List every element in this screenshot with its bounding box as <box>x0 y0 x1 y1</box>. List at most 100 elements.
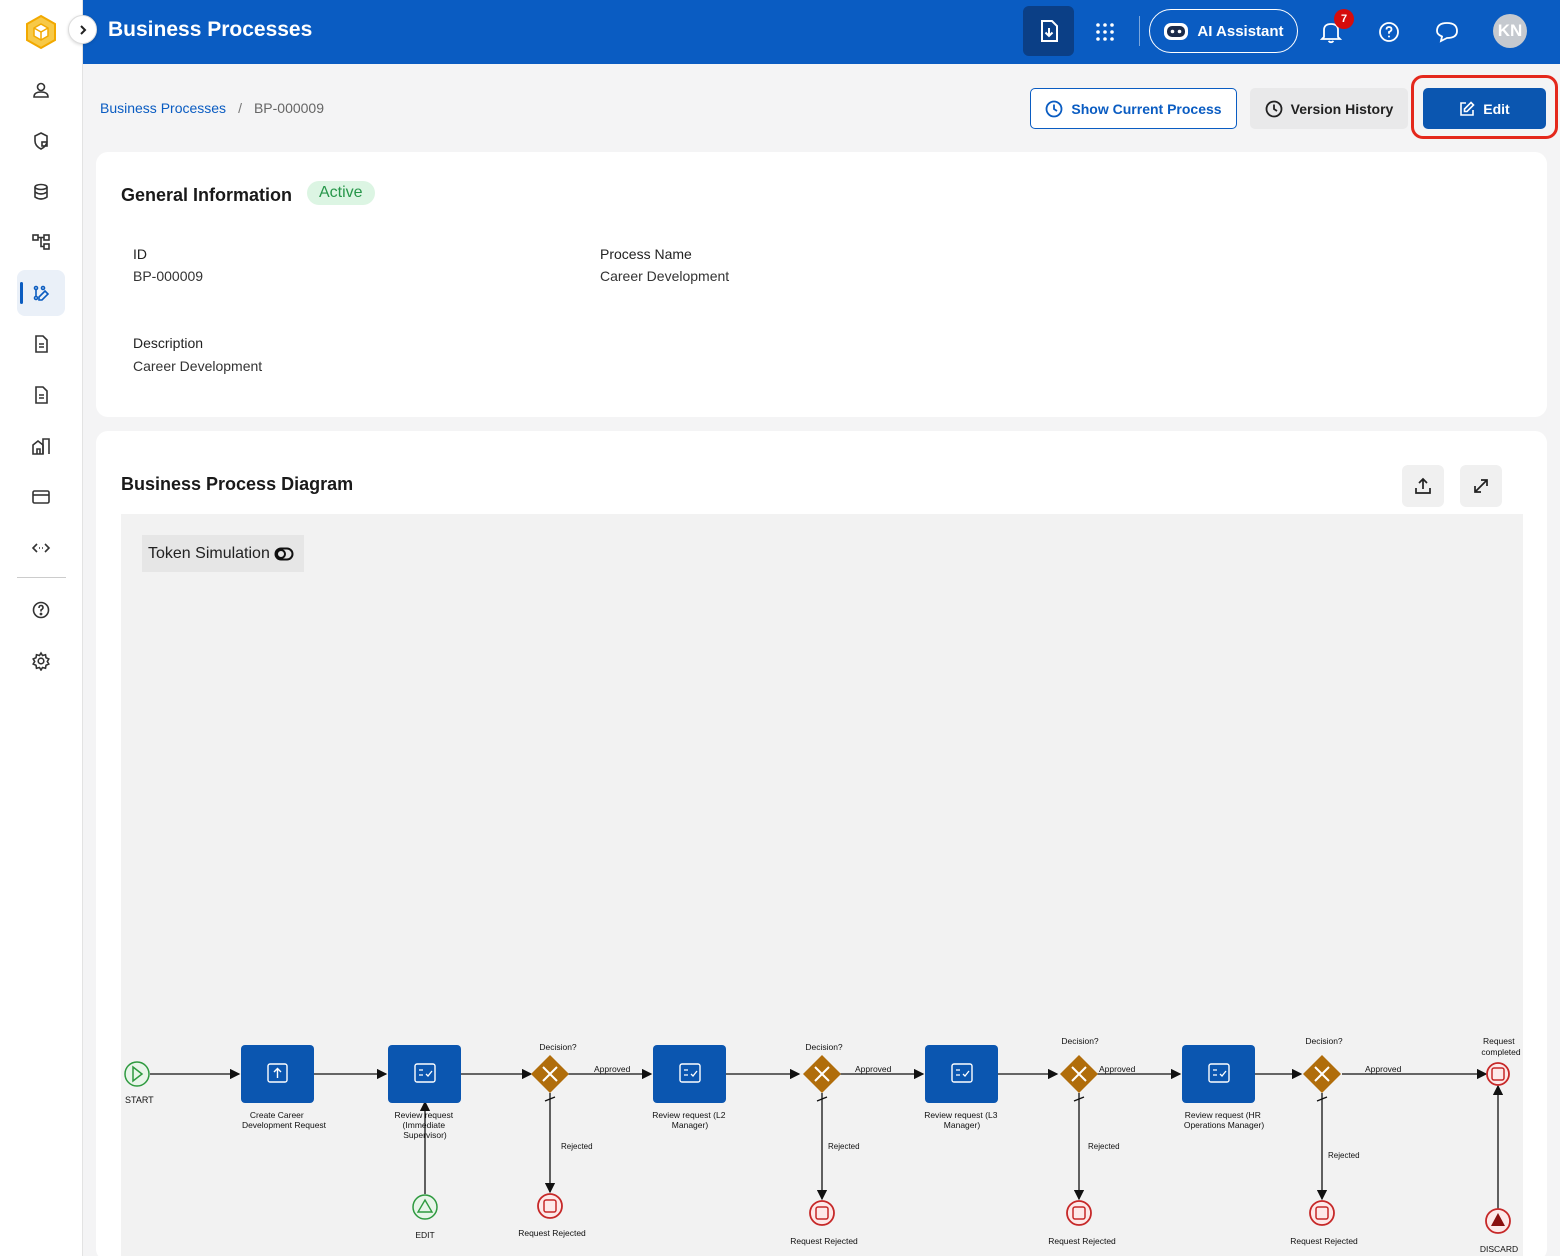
app-logo[interactable] <box>24 14 58 50</box>
edit-label: Edit <box>1483 100 1510 117</box>
sidebar-item-settings[interactable] <box>17 638 65 684</box>
sidebar-item-integrations[interactable] <box>17 525 65 571</box>
rejected-end-label-4: Request Rejected <box>1290 1236 1358 1246</box>
apps-grid-button[interactable] <box>1089 16 1121 48</box>
help-icon <box>32 601 50 619</box>
sidebar-item-business-processes[interactable] <box>17 270 65 316</box>
task-review-hr-operations[interactable] <box>1182 1045 1255 1103</box>
sidebar-item-security[interactable] <box>17 118 65 164</box>
task-review-immediate-supervisor-label: Review request (Immediate Supervisor) <box>395 1110 456 1140</box>
id-value: BP-000009 <box>133 268 204 284</box>
show-current-process-label: Show Current Process <box>1071 100 1222 117</box>
version-history-label: Version History <box>1290 100 1394 117</box>
upload-icon <box>1415 477 1431 494</box>
approved-label-2: Approved <box>855 1064 892 1074</box>
breadcrumb-separator: / <box>238 100 242 116</box>
rejected-end-label-3: Request Rejected <box>1048 1236 1116 1246</box>
expand-icon <box>1474 479 1488 493</box>
file-download-icon <box>1040 20 1058 42</box>
building-icon <box>32 438 50 455</box>
ai-assistant-label: AI Assistant <box>1197 22 1284 40</box>
chat-bubble-icon <box>1436 22 1458 43</box>
sidebar-item-org-structure[interactable] <box>17 219 65 265</box>
sidebar-item-documents[interactable] <box>17 321 65 367</box>
process-name-label: Process Name <box>600 246 692 262</box>
end-event-rejected-3[interactable] <box>1066 1200 1092 1226</box>
task-create-request-label: Create Career Development Request <box>242 1110 327 1130</box>
grid-dots-icon <box>1096 23 1114 41</box>
chat-button[interactable] <box>1431 16 1463 48</box>
end-event-rejected-1[interactable] <box>537 1193 563 1219</box>
user-avatar[interactable]: KN <box>1493 14 1527 48</box>
sequence-flows <box>150 1068 1504 1209</box>
general-information-card: General Information Active ID BP-000009 … <box>96 152 1547 417</box>
task-review-l3-manager-label: Review request (L3 Manager) <box>924 1110 1000 1130</box>
general-information-title: General Information <box>121 185 293 205</box>
document-icon <box>35 335 48 353</box>
task-review-hr-operations-label: Review request (HR Operations Manager) <box>1184 1110 1264 1130</box>
description-value: Career Development <box>133 358 263 374</box>
end-event-rejected-2[interactable] <box>809 1200 835 1226</box>
app-title: Business Processes <box>108 18 313 41</box>
notification-badge: 7 <box>1334 9 1354 29</box>
gateway-decision-2[interactable] <box>803 1055 841 1093</box>
robot-icon <box>1164 23 1189 40</box>
end-event-rejected-4[interactable] <box>1309 1200 1335 1226</box>
gateway-3-label: Decision? <box>1061 1036 1099 1046</box>
question-circle-icon <box>1379 22 1399 42</box>
task-create-request[interactable] <box>241 1045 314 1103</box>
sidebar-toggle-button[interactable] <box>68 15 97 44</box>
sidebar-item-reports[interactable] <box>17 372 65 418</box>
discard-event[interactable] <box>1485 1208 1511 1234</box>
ai-assistant-button[interactable]: AI Assistant <box>1149 9 1298 53</box>
edit-button[interactable]: Edit <box>1423 88 1546 129</box>
sidebar-item-help[interactable] <box>17 587 65 633</box>
gear-icon <box>32 651 50 671</box>
task-review-l3-manager[interactable] <box>925 1045 998 1103</box>
help-button[interactable] <box>1373 16 1405 48</box>
header-divider <box>1139 16 1140 46</box>
sidebar-item-buildings[interactable] <box>17 423 65 469</box>
sidebar-item-users[interactable] <box>17 67 65 113</box>
rejected-label-2: Rejected <box>828 1142 860 1151</box>
history-clock-icon <box>1265 100 1283 117</box>
start-label: START <box>125 1095 154 1105</box>
diagram-title: Business Process Diagram <box>121 474 354 494</box>
rejected-label-4: Rejected <box>1328 1151 1360 1160</box>
file-text-icon <box>35 386 48 404</box>
diagram-canvas[interactable]: Token Simulation START Create Career Dev… <box>121 514 1523 1256</box>
clock-icon <box>1046 100 1063 117</box>
status-badge: Active <box>307 181 375 205</box>
breadcrumb-link-business-processes[interactable]: Business Processes <box>100 100 226 116</box>
rejected-end-label-1: Request Rejected <box>518 1228 586 1238</box>
task-review-immediate-supervisor[interactable] <box>388 1045 461 1103</box>
description-label: Description <box>133 335 204 351</box>
approved-label-1: Approved <box>594 1064 631 1074</box>
gateway-2-label: Decision? <box>805 1042 843 1052</box>
sidebar-item-database[interactable] <box>17 169 65 215</box>
business-process-diagram-card: Business Process Diagram Token Simulatio… <box>96 431 1547 1256</box>
sidebar-divider <box>17 577 66 578</box>
process-name-value: Career Development <box>600 268 730 284</box>
rejected-label-1: Rejected <box>561 1142 593 1151</box>
gateway-decision-3[interactable] <box>1060 1055 1098 1093</box>
hierarchy-icon <box>32 234 50 250</box>
gateway-decision-4[interactable] <box>1303 1055 1341 1093</box>
chevron-right-icon <box>79 24 86 35</box>
end-event-completed[interactable] <box>1486 1062 1510 1086</box>
download-button[interactable] <box>1023 6 1074 56</box>
discard-event-label: DISCARD <box>1480 1244 1518 1254</box>
id-label: ID <box>133 246 147 262</box>
show-current-process-button[interactable]: Show Current Process <box>1030 88 1237 129</box>
start-event[interactable] <box>124 1061 150 1087</box>
version-history-button[interactable]: Version History <box>1250 88 1408 129</box>
fullscreen-button[interactable] <box>1460 465 1502 507</box>
page-toolbar: Business Processes / BP-000009 Show Curr… <box>83 65 1560 141</box>
edit-start-event[interactable] <box>412 1194 438 1220</box>
approved-label-4: Approved <box>1365 1064 1402 1074</box>
sidebar-item-billing[interactable] <box>17 474 65 520</box>
export-diagram-button[interactable] <box>1402 465 1444 507</box>
sidebar <box>0 0 83 1256</box>
gateway-decision-1[interactable] <box>531 1055 569 1093</box>
task-review-l2-manager[interactable] <box>653 1045 726 1103</box>
